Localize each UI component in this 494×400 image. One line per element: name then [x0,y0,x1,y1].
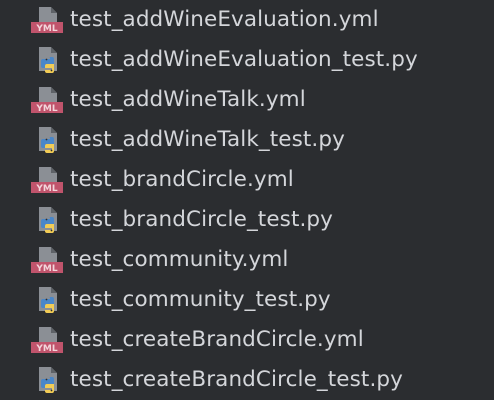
python-file-icon [31,205,65,235]
svg-text:YML: YML [35,24,57,34]
python-file-icon [31,125,65,155]
file-row-test-addwineevaluation-test-py[interactable]: test_addWineEvaluation_test.py [0,40,494,80]
yml-file-icon: YML [31,5,65,35]
yml-file-icon: YML [31,245,65,275]
yml-file-icon: YML [31,325,65,355]
file-row-test-community-test-py[interactable]: test_community_test.py [0,280,494,320]
file-row-test-brandcircle-test-py[interactable]: test_brandCircle_test.py [0,200,494,240]
file-name: test_brandCircle.yml [70,167,294,192]
project-file-tree: YML test_addWineEvaluation.yml test_addW… [0,0,494,400]
file-name: test_createBrandCircle_test.py [70,367,403,392]
file-name: test_addWineTalk_test.py [70,127,345,152]
yml-file-icon: YML [31,85,65,115]
file-row-test-createbrandcircle-test-py[interactable]: test_createBrandCircle_test.py [0,360,494,400]
file-name: test_brandCircle_test.py [70,207,333,232]
yml-file-icon: YML [31,165,65,195]
svg-text:YML: YML [35,184,57,194]
file-name: test_createBrandCircle.yml [70,327,364,352]
file-row-test-addwinetalk-yml[interactable]: YML test_addWineTalk.yml [0,80,494,120]
file-row-test-brandcircle-yml[interactable]: YML test_brandCircle.yml [0,160,494,200]
python-file-icon [31,45,65,75]
python-file-icon [31,365,65,395]
svg-text:YML: YML [35,344,57,354]
svg-text:YML: YML [35,264,57,274]
file-row-test-addwineevaluation-yml[interactable]: YML test_addWineEvaluation.yml [0,0,494,40]
file-name: test_community_test.py [70,287,331,312]
file-row-test-addwinetalk-test-py[interactable]: test_addWineTalk_test.py [0,120,494,160]
python-file-icon [31,285,65,315]
file-name: test_addWineEvaluation_test.py [70,47,418,72]
file-name: test_community.yml [70,247,289,272]
file-row-test-createbrandcircle-yml[interactable]: YML test_createBrandCircle.yml [0,320,494,360]
svg-text:YML: YML [35,104,57,114]
file-name: test_addWineTalk.yml [70,87,306,112]
file-row-test-community-yml[interactable]: YML test_community.yml [0,240,494,280]
file-name: test_addWineEvaluation.yml [70,7,379,32]
